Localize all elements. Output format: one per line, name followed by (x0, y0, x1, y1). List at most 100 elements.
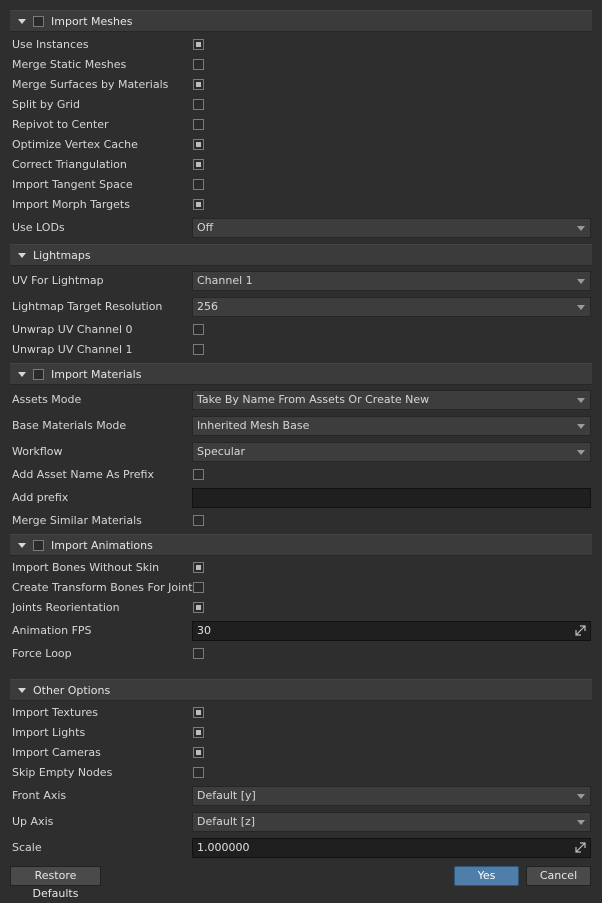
transform-bones-checkbox[interactable] (193, 582, 204, 593)
add-prefix-label: Add prefix (12, 491, 69, 504)
import-cameras-label: Import Cameras (12, 746, 101, 759)
assets-mode-label: Assets Mode (12, 393, 82, 406)
force-loop-label: Force Loop (12, 647, 72, 660)
workflow-dropdown[interactable]: Specular (192, 442, 591, 462)
add-asset-prefix-checkbox[interactable] (193, 469, 204, 480)
split-by-grid-checkbox[interactable] (193, 99, 204, 110)
skip-empty-nodes-checkbox[interactable] (193, 767, 204, 778)
merge-surfaces-checkbox[interactable] (193, 79, 204, 90)
uv-for-lightmap-label: UV For Lightmap (12, 274, 104, 287)
optimize-cache-checkbox[interactable] (193, 139, 204, 150)
force-loop-checkbox[interactable] (193, 648, 204, 659)
lightmap-resolution-label: Lightmap Target Resolution (12, 300, 163, 313)
uv-for-lightmap-dropdown[interactable]: Channel 1 (192, 271, 591, 291)
use-lods-label: Use LODs (12, 221, 65, 234)
merge-similar-materials-checkbox[interactable] (193, 515, 204, 526)
tangent-space-label: Import Tangent Space (12, 178, 133, 191)
use-instances-checkbox[interactable] (193, 39, 204, 50)
chevron-down-icon (577, 820, 585, 825)
section-import-animations[interactable]: Import Animations (10, 534, 592, 556)
tangent-space-checkbox[interactable] (193, 179, 204, 190)
chevron-down-icon (577, 450, 585, 455)
add-prefix-input[interactable] (192, 488, 591, 508)
chevron-down-icon (577, 398, 585, 403)
chevron-down-icon (577, 305, 585, 310)
merge-surfaces-label: Merge Surfaces by Materials (12, 78, 169, 91)
correct-triangulation-checkbox[interactable] (193, 159, 204, 170)
import-textures-checkbox[interactable] (193, 707, 204, 718)
up-axis-dropdown[interactable]: Default [z] (192, 812, 591, 832)
import-meshes-checkbox[interactable] (33, 15, 44, 27)
section-other-options[interactable]: Other Options (10, 679, 592, 701)
resize-drag-icon[interactable] (575, 842, 586, 853)
section-import-meshes[interactable]: Import Meshes (10, 10, 592, 32)
front-axis-label: Front Axis (12, 789, 67, 802)
dropdown-value: Channel 1 (197, 274, 253, 287)
dropdown-value: Specular (197, 445, 246, 458)
scale-label: Scale (12, 841, 42, 854)
restore-defaults-button[interactable]: Restore Defaults (10, 866, 101, 900)
section-title: Import Animations (51, 538, 153, 552)
chevron-down-icon (577, 794, 585, 799)
add-asset-prefix-label: Add Asset Name As Prefix (12, 468, 154, 481)
joints-reorientation-checkbox[interactable] (193, 602, 204, 613)
merge-static-meshes-checkbox[interactable] (193, 59, 204, 70)
chevron-down-icon (577, 424, 585, 429)
dropdown-value: Take By Name From Assets Or Create New (197, 393, 430, 406)
workflow-label: Workflow (12, 445, 63, 458)
import-animations-checkbox[interactable] (33, 539, 44, 551)
front-axis-dropdown[interactable]: Default [y] (192, 786, 591, 806)
repivot-label: Repivot to Center (12, 118, 109, 131)
import-materials-checkbox[interactable] (33, 368, 44, 380)
bones-without-skin-checkbox[interactable] (193, 562, 204, 573)
dropdown-value: Off (197, 221, 214, 234)
chevron-down-icon[interactable] (18, 18, 26, 24)
optimize-cache-label: Optimize Vertex Cache (12, 138, 138, 151)
scale-input[interactable]: 1.000000 (192, 838, 591, 858)
section-title: Lightmaps (33, 248, 91, 262)
import-cameras-checkbox[interactable] (193, 747, 204, 758)
input-value: 30 (197, 624, 211, 637)
import-lights-label: Import Lights (12, 726, 86, 739)
morph-targets-checkbox[interactable] (193, 199, 204, 210)
assets-mode-dropdown[interactable]: Take By Name From Assets Or Create New (192, 390, 591, 410)
unwrap-uv1-checkbox[interactable] (193, 344, 204, 355)
skip-empty-nodes-label: Skip Empty Nodes (12, 766, 113, 779)
section-title: Import Materials (51, 367, 142, 381)
chevron-down-icon (577, 226, 585, 231)
merge-static-meshes-label: Merge Static Meshes (12, 58, 127, 71)
animation-fps-label: Animation FPS (12, 624, 92, 637)
unwrap-uv0-checkbox[interactable] (193, 324, 204, 335)
animation-fps-input[interactable]: 30 (192, 621, 591, 641)
morph-targets-label: Import Morph Targets (12, 198, 130, 211)
repivot-checkbox[interactable] (193, 119, 204, 130)
dropdown-value: Inherited Mesh Base (197, 419, 310, 432)
section-title: Other Options (33, 683, 111, 697)
lightmap-resolution-dropdown[interactable]: 256 (192, 297, 591, 317)
resize-drag-icon[interactable] (575, 625, 586, 636)
section-import-materials[interactable]: Import Materials (10, 363, 592, 385)
chevron-down-icon[interactable] (18, 687, 26, 693)
use-instances-label: Use Instances (12, 38, 89, 51)
dropdown-value: 256 (197, 300, 218, 313)
bones-without-skin-label: Import Bones Without Skin (12, 561, 160, 574)
unwrap-uv1-label: Unwrap UV Channel 1 (12, 343, 133, 356)
section-title: Import Meshes (51, 14, 133, 28)
up-axis-label: Up Axis (12, 815, 54, 828)
use-lods-dropdown[interactable]: Off (192, 218, 591, 238)
import-lights-checkbox[interactable] (193, 727, 204, 738)
yes-button[interactable]: Yes (454, 866, 519, 886)
unwrap-uv0-label: Unwrap UV Channel 0 (12, 323, 133, 336)
chevron-down-icon[interactable] (18, 371, 26, 377)
dropdown-value: Default [z] (197, 815, 256, 828)
merge-similar-materials-label: Merge Similar Materials (12, 514, 142, 527)
chevron-down-icon[interactable] (18, 252, 26, 258)
chevron-down-icon[interactable] (18, 542, 26, 548)
cancel-button[interactable]: Cancel (526, 866, 591, 886)
dropdown-value: Default [y] (197, 789, 256, 802)
import-textures-label: Import Textures (12, 706, 99, 719)
joints-reorientation-label: Joints Reorientation (12, 601, 120, 614)
base-materials-mode-dropdown[interactable]: Inherited Mesh Base (192, 416, 591, 436)
section-lightmaps[interactable]: Lightmaps (10, 244, 592, 266)
input-value: 1.000000 (197, 841, 250, 854)
